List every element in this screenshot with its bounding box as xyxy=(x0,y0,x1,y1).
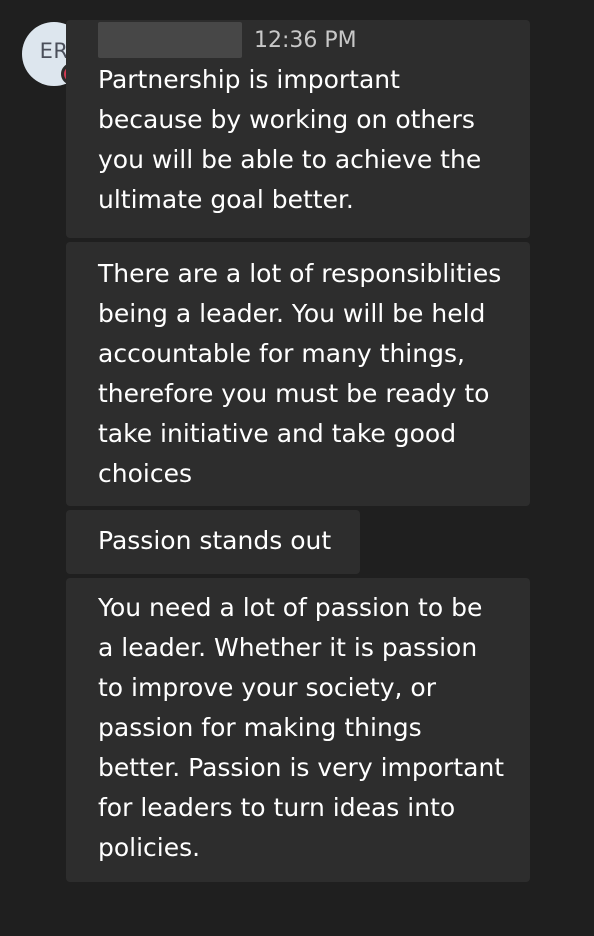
message-text: Partnership is important because by work… xyxy=(98,65,482,214)
message-bubble[interactable]: You need a lot of passion to be a leader… xyxy=(66,578,530,882)
message-text: Passion stands out xyxy=(98,526,332,555)
message-header: 12:36 PM xyxy=(98,20,512,60)
message-bubble[interactable]: There are a lot of responsiblities being… xyxy=(66,242,530,506)
avatar-initials: ER xyxy=(39,39,69,63)
message-text: You need a lot of passion to be a leader… xyxy=(98,593,505,862)
message-bubble[interactable]: 12:36 PM Partnership is important becaus… xyxy=(66,20,530,238)
message-bubble[interactable]: Passion stands out xyxy=(66,510,360,574)
message-timestamp: 12:36 PM xyxy=(254,27,357,53)
sender-name-redacted xyxy=(98,22,242,58)
message-text: There are a lot of responsiblities being… xyxy=(98,259,502,488)
